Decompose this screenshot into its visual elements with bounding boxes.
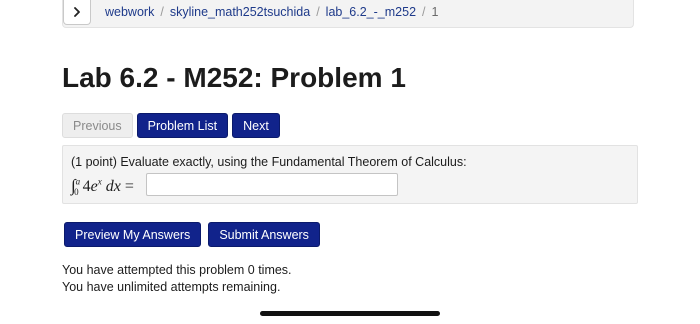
sidebar-toggle-button[interactable] (63, 0, 91, 25)
problem-prompt: (1 point) Evaluate exactly, using the Fu… (71, 155, 467, 169)
problem-list-button[interactable]: Problem List (136, 113, 229, 138)
coefficient: 4 (82, 178, 91, 195)
preview-answers-button[interactable]: Preview My Answers (64, 222, 202, 247)
breadcrumb-separator: / (160, 5, 164, 19)
submit-answers-button[interactable]: Submit Answers (208, 222, 320, 247)
chevron-right-icon (74, 7, 80, 17)
answer-input[interactable] (146, 173, 398, 196)
equals-sign: = (124, 178, 134, 195)
integral-formula: ∫a0 4ex dx = (71, 176, 134, 197)
lower-limit: 0 (74, 187, 79, 198)
answer-actions: Preview My Answers Submit Answers (64, 222, 320, 247)
attempt-status: You have attempted this problem 0 times.… (62, 262, 292, 296)
attempts-count-text: You have attempted this problem 0 times. (62, 263, 292, 277)
breadcrumb-bar: webwork / skyline_math252tsuchida / lab_6.2_… (62, 0, 634, 28)
exponent: x (97, 176, 102, 187)
breadcrumb-link-course[interactable]: skyline_math252tsuchida (170, 5, 310, 19)
breadcrumb-separator: / (422, 5, 426, 19)
exp-base: e (90, 178, 98, 195)
next-button[interactable]: Next (232, 113, 280, 138)
previous-button: Previous (62, 113, 133, 138)
breadcrumb-link-set[interactable]: lab_6.2_-_m252 (326, 5, 416, 19)
upper-limit: a (75, 176, 81, 187)
page-title: Lab 6.2 - M252: Problem 1 (62, 62, 406, 93)
differential: dx (105, 178, 121, 195)
problem-navigation: Previous Problem List Next (62, 113, 280, 138)
home-indicator[interactable] (260, 311, 440, 316)
problem-panel: (1 point) Evaluate exactly, using the Fu… (62, 145, 638, 204)
breadcrumb-link-webwork[interactable]: webwork (105, 5, 154, 19)
breadcrumb: webwork / skyline_math252tsuchida / lab_6.2_… (105, 5, 438, 19)
attempts-remaining-text: You have unlimited attempts remaining. (62, 280, 281, 294)
breadcrumb-separator: / (316, 5, 320, 19)
breadcrumb-current-problem: 1 (431, 5, 439, 19)
